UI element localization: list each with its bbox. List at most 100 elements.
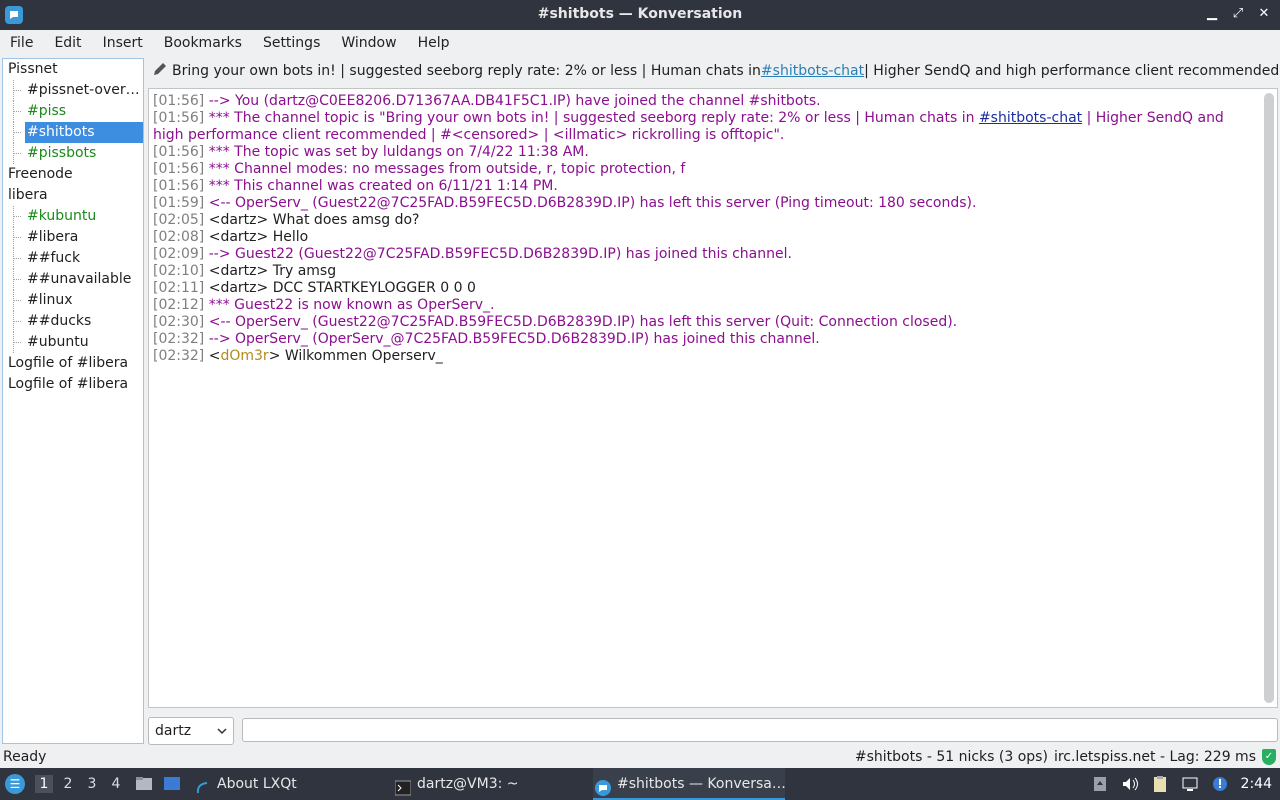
- system-tray: 2:44: [1091, 768, 1280, 800]
- chat-scrollbar[interactable]: [1264, 93, 1274, 703]
- timestamp: [02:10]: [153, 263, 205, 279]
- sidebar-item-shitbots[interactable]: #shitbots: [3, 122, 143, 143]
- task-about-lxqt[interactable]: About LXQt: [193, 768, 383, 800]
- desktop-3[interactable]: 3: [83, 775, 101, 793]
- chat-line: [02:10] <dartz> Try amsg: [153, 263, 1255, 280]
- task-label: #shitbots — Konversa…: [617, 776, 786, 792]
- pencil-icon[interactable]: [152, 61, 168, 81]
- message-text: *** Guest22 is now known as OperServ_.: [204, 297, 495, 313]
- maximize-icon[interactable]: ⤢: [1230, 5, 1246, 23]
- update-notifier-icon[interactable]: [1211, 775, 1229, 793]
- ssl-shield-icon[interactable]: ✓: [1262, 749, 1276, 765]
- sidebar-item-piss[interactable]: #piss: [3, 101, 143, 122]
- message-text: *** This channel was created on 6/11/21 …: [204, 178, 558, 194]
- sidebar-item-label: Logfile of #libera: [8, 376, 129, 392]
- timestamp: [02:32]: [153, 348, 205, 364]
- chat-line: [02:12] *** Guest22 is now known as Oper…: [153, 297, 1255, 314]
- message-text: <dartz> What does amsg do?: [204, 212, 420, 228]
- chat-line: [02:30] <-- OperServ_ (Guest22@7C25FAD.B…: [153, 314, 1255, 331]
- desktop-1[interactable]: 1: [35, 775, 53, 793]
- task-label: About LXQt: [217, 776, 297, 792]
- sidebar-item-label: ##fuck: [27, 250, 81, 266]
- topic-link[interactable]: #shitbots-chat: [761, 63, 864, 79]
- sidebar-item-ducks[interactable]: ##ducks: [3, 311, 143, 332]
- message-prefix: <: [204, 348, 221, 364]
- chat-line: [02:32] <dOm3r> Wilkommen Operserv_: [153, 348, 1255, 365]
- sidebar-item-label: ##unavailable: [27, 271, 132, 287]
- message-text: <dartz> DCC STARTKEYLOGGER 0 0 0: [204, 280, 476, 296]
- sidebar-item-pissnet[interactable]: Pissnet: [3, 59, 143, 80]
- sidebar-item-libera[interactable]: libera: [3, 185, 143, 206]
- task-terminal[interactable]: dartz@VM3: ~: [393, 768, 583, 800]
- sidebar-item-label: #pissnet-over…: [27, 82, 140, 98]
- eject-icon[interactable]: [1091, 775, 1109, 793]
- sidebar-item-kubuntu[interactable]: #kubuntu: [3, 206, 143, 227]
- clock[interactable]: 2:44: [1241, 776, 1272, 792]
- timestamp: [02:09]: [153, 246, 205, 262]
- chat-line: [01:56] *** The topic was set by luldang…: [153, 144, 1255, 161]
- timestamp: [02:32]: [153, 331, 205, 347]
- sidebar-item-fuck[interactable]: ##fuck: [3, 248, 143, 269]
- clipboard-icon[interactable]: [1151, 775, 1169, 793]
- message-text: --> Guest22 (Guest22@7C25FAD.B59FEC5D.D6…: [204, 246, 792, 262]
- menu-help[interactable]: Help: [418, 35, 450, 51]
- menu-settings[interactable]: Settings: [263, 35, 320, 51]
- timestamp: [02:08]: [153, 229, 205, 245]
- close-icon[interactable]: ✕: [1256, 5, 1272, 23]
- status-ready: Ready: [3, 749, 47, 765]
- topic-text-after: | Higher SendQ and high performance clie…: [864, 63, 1280, 79]
- sidebar-item-label: ##ducks: [27, 313, 92, 329]
- chat-line: [01:56] *** The channel topic is "Bring …: [153, 110, 1255, 144]
- message-text: *** The topic was set by luldangs on 7/4…: [204, 144, 589, 160]
- chat-line: [02:09] --> Guest22 (Guest22@7C25FAD.B59…: [153, 246, 1255, 263]
- message-text: <dartz> Hello: [204, 229, 309, 245]
- message-text: <dartz> Try amsg: [204, 263, 337, 279]
- status-bar: Ready #shitbots - 51 nicks (3 ops) irc.l…: [0, 747, 1280, 769]
- chat-line: [02:05] <dartz> What does amsg do?: [153, 212, 1255, 229]
- message-text: <-- OperServ_ (Guest22@7C25FAD.B59FEC5D.…: [204, 195, 977, 211]
- sidebar-item-freenode[interactable]: Freenode: [3, 164, 143, 185]
- sidebar-item-libera[interactable]: #libera: [3, 227, 143, 248]
- desktop-4[interactable]: 4: [107, 775, 125, 793]
- network-icon[interactable]: [1181, 775, 1199, 793]
- message-text: *** Channel modes: no messages from outs…: [204, 161, 686, 177]
- menu-file[interactable]: File: [10, 35, 33, 51]
- sidebar-item-pissbots[interactable]: #pissbots: [3, 143, 143, 164]
- task-konversation[interactable]: #shitbots — Konversa…: [593, 768, 786, 800]
- desktop-2[interactable]: 2: [59, 775, 77, 793]
- chat-line: [01:56] --> You (dartz@C0EE8206.D71367AA…: [153, 93, 1255, 110]
- start-menu-icon[interactable]: ☰: [5, 774, 25, 794]
- menu-edit[interactable]: Edit: [54, 35, 81, 51]
- sidebar-item-unavailable[interactable]: ##unavailable: [3, 269, 143, 290]
- menu-window[interactable]: Window: [341, 35, 396, 51]
- sidebar-item-pissnet-over[interactable]: #pissnet-over…: [3, 80, 143, 101]
- timestamp: [01:56]: [153, 144, 205, 160]
- timestamp: [01:56]: [153, 178, 205, 194]
- sidebar-item-linux[interactable]: #linux: [3, 290, 143, 311]
- sidebar-item-label: #libera: [27, 229, 79, 245]
- sidebar-item-label: libera: [8, 187, 48, 203]
- message-text: <-- OperServ_ (Guest22@7C25FAD.B59FEC5D.…: [204, 314, 958, 330]
- message-text: --> You (dartz@C0EE8206.D71367AA.DB41F5C…: [204, 93, 821, 109]
- nick-selector[interactable]: dartz: [148, 717, 234, 745]
- channel-link[interactable]: #shitbots-chat: [979, 110, 1082, 126]
- sidebar-item-logfile-of-libera[interactable]: Logfile of #libera: [3, 374, 143, 395]
- topic-bar: Bring your own bots in! | suggested seeb…: [148, 60, 1280, 82]
- nickname[interactable]: dOm3r: [220, 348, 268, 364]
- sidebar-item-ubuntu[interactable]: #ubuntu: [3, 332, 143, 353]
- sidebar-item-label: #pissbots: [27, 145, 97, 161]
- sidebar-item-logfile-of-libera[interactable]: Logfile of #libera: [3, 353, 143, 374]
- show-desktop-icon[interactable]: [163, 775, 181, 793]
- chat-line: [01:59] <-- OperServ_ (Guest22@7C25FAD.B…: [153, 195, 1255, 212]
- minimize-icon[interactable]: ▁: [1204, 5, 1220, 23]
- chat-line: [02:32] --> OperServ_ (OperServ_@7C25FAD…: [153, 331, 1255, 348]
- file-manager-icon[interactable]: [135, 775, 153, 793]
- message-input[interactable]: [242, 718, 1278, 742]
- sidebar-item-label: Pissnet: [8, 61, 58, 77]
- menu-bookmarks[interactable]: Bookmarks: [164, 35, 242, 51]
- sidebar-item-label: #ubuntu: [27, 334, 89, 350]
- menu-insert[interactable]: Insert: [103, 35, 143, 51]
- volume-icon[interactable]: [1121, 775, 1139, 793]
- server-info: irc.letspiss.net - Lag: 229 ms: [1053, 749, 1256, 765]
- chat-view[interactable]: [01:56] --> You (dartz@C0EE8206.D71367AA…: [148, 88, 1278, 708]
